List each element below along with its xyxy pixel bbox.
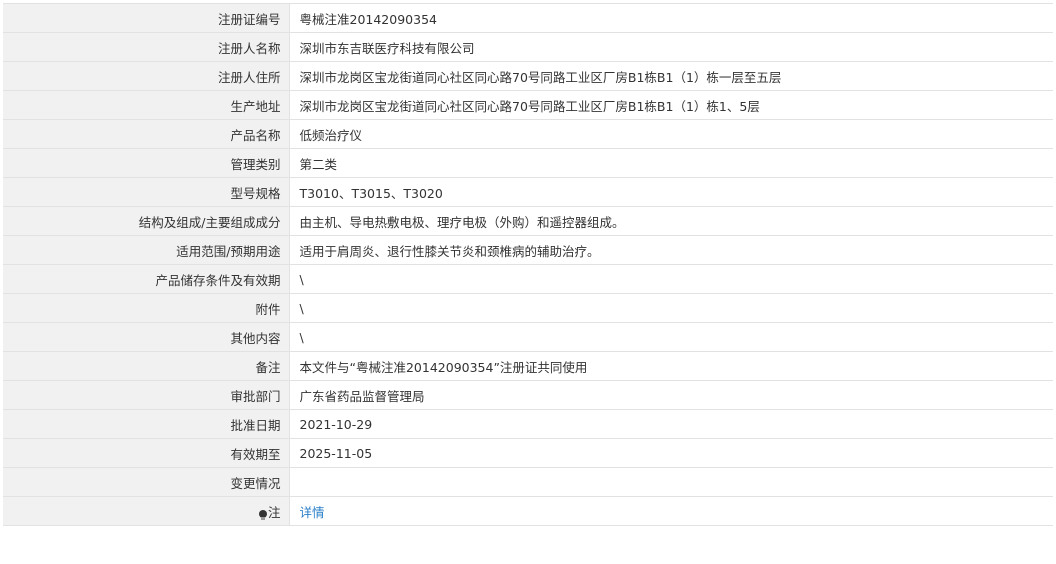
field-value-production-address: 深圳市龙岗区宝龙街道同心社区同心路70号同路工业区厂房B1栋B1（1）栋1、5层 bbox=[289, 90, 1053, 120]
table-row: 批准日期 2021-10-29 bbox=[3, 409, 1053, 439]
field-label-approval-department: 审批部门 bbox=[3, 380, 290, 410]
table-row: 注册人名称 深圳市东吉联医疗科技有限公司 bbox=[3, 32, 1053, 62]
table-row: 生产地址 深圳市龙岗区宝龙街道同心社区同心路70号同路工业区厂房B1栋B1（1）… bbox=[3, 90, 1053, 120]
field-label-valid-until: 有效期至 bbox=[3, 438, 290, 468]
field-label-note: 注 bbox=[3, 496, 290, 526]
field-value-valid-until: 2025-11-05 bbox=[289, 438, 1053, 468]
field-label-registrant-name: 注册人名称 bbox=[3, 32, 290, 62]
table-row: 适用范围/预期用途 适用于肩周炎、退行性膝关节炎和颈椎病的辅助治疗。 bbox=[3, 235, 1053, 265]
registration-info-table: 注册证编号 粤械注准20142090354 注册人名称 深圳市东吉联医疗科技有限… bbox=[3, 3, 1053, 526]
field-value-approval-department: 广东省药品监督管理局 bbox=[289, 380, 1053, 410]
field-value-registrant-address: 深圳市龙岗区宝龙街道同心社区同心路70号同路工业区厂房B1栋B1（1）栋一层至五… bbox=[289, 61, 1053, 91]
field-value-management-category: 第二类 bbox=[289, 148, 1053, 178]
table-row: 注 详情 bbox=[3, 496, 1053, 526]
field-label-intended-use: 适用范围/预期用途 bbox=[3, 235, 290, 265]
table-row: 附件 \ bbox=[3, 293, 1053, 323]
field-value-structure-composition: 由主机、导电热敷电极、理疗电极（外购）和遥控器组成。 bbox=[289, 206, 1053, 236]
lightbulb-icon bbox=[258, 509, 267, 520]
field-value-approval-date: 2021-10-29 bbox=[289, 409, 1053, 439]
table-row: 审批部门 广东省药品监督管理局 bbox=[3, 380, 1053, 410]
table-row: 型号规格 T3010、T3015、T3020 bbox=[3, 177, 1053, 207]
field-label-model-spec: 型号规格 bbox=[3, 177, 290, 207]
field-label-other-content: 其他内容 bbox=[3, 322, 290, 352]
field-value-change-history bbox=[289, 467, 1053, 497]
field-value-registration-number: 粤械注准20142090354 bbox=[289, 3, 1053, 33]
field-label-production-address: 生产地址 bbox=[3, 90, 290, 120]
field-label-attachments: 附件 bbox=[3, 293, 290, 323]
table-row: 管理类别 第二类 bbox=[3, 148, 1053, 178]
table-row: 产品储存条件及有效期 \ bbox=[3, 264, 1053, 294]
field-label-management-category: 管理类别 bbox=[3, 148, 290, 178]
field-value-other-content: \ bbox=[289, 322, 1053, 352]
field-value-intended-use: 适用于肩周炎、退行性膝关节炎和颈椎病的辅助治疗。 bbox=[289, 235, 1053, 265]
field-value-model-spec: T3010、T3015、T3020 bbox=[289, 177, 1053, 207]
field-value-note: 详情 bbox=[289, 497, 1053, 526]
note-label: 注 bbox=[267, 504, 281, 520]
table-row: 变更情况 bbox=[3, 467, 1053, 497]
field-value-storage-validity: \ bbox=[289, 264, 1053, 294]
field-label-registrant-address: 注册人住所 bbox=[3, 61, 290, 91]
field-value-registrant-name: 深圳市东吉联医疗科技有限公司 bbox=[289, 32, 1053, 62]
field-label-remarks: 备注 bbox=[3, 351, 290, 381]
field-label-registration-number: 注册证编号 bbox=[3, 3, 290, 33]
registration-detail-panel: 注册证编号 粤械注准20142090354 注册人名称 深圳市东吉联医疗科技有限… bbox=[3, 3, 1053, 526]
field-value-product-name: 低频治疗仪 bbox=[289, 119, 1053, 149]
table-row: 结构及组成/主要组成成分 由主机、导电热敷电极、理疗电极（外购）和遥控器组成。 bbox=[3, 206, 1053, 236]
field-label-structure-composition: 结构及组成/主要组成成分 bbox=[3, 206, 290, 236]
table-row: 产品名称 低频治疗仪 bbox=[3, 119, 1053, 149]
table-row: 其他内容 \ bbox=[3, 322, 1053, 352]
table-row: 有效期至 2025-11-05 bbox=[3, 438, 1053, 468]
table-row: 注册人住所 深圳市龙岗区宝龙街道同心社区同心路70号同路工业区厂房B1栋B1（1… bbox=[3, 61, 1053, 91]
field-label-product-name: 产品名称 bbox=[3, 119, 290, 149]
table-row: 注册证编号 粤械注准20142090354 bbox=[3, 3, 1053, 33]
details-link[interactable]: 详情 bbox=[300, 505, 325, 520]
field-label-change-history: 变更情况 bbox=[3, 467, 290, 497]
field-label-storage-validity: 产品储存条件及有效期 bbox=[3, 264, 290, 294]
field-label-approval-date: 批准日期 bbox=[3, 409, 290, 439]
table-row: 备注 本文件与“粤械注准20142090354”注册证共同使用 bbox=[3, 351, 1053, 381]
field-value-remarks: 本文件与“粤械注准20142090354”注册证共同使用 bbox=[289, 351, 1053, 381]
field-value-attachments: \ bbox=[289, 293, 1053, 323]
